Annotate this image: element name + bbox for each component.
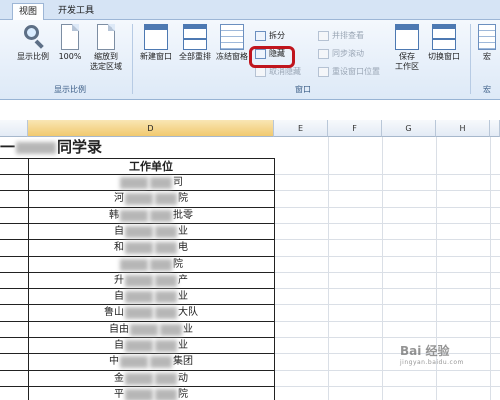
view-side-by-side-button[interactable]: 并排查看 [318, 28, 364, 44]
redacted-text [125, 290, 153, 303]
freeze-panes-button[interactable]: 冻结窗格 [214, 24, 250, 80]
freeze-panes-icon [220, 24, 244, 50]
tab-developer[interactable]: 开发工具 [52, 3, 100, 20]
redacted-text [125, 192, 153, 205]
macro-button[interactable]: 宏 [476, 24, 498, 80]
zoom-100-button[interactable]: 100% [56, 24, 84, 80]
redacted-text [155, 192, 177, 205]
table-row[interactable]: 和电 [28, 240, 274, 256]
side-by-side-icon [318, 31, 329, 41]
split-highlight-annotation [249, 46, 295, 68]
redacted-text [155, 388, 177, 400]
redacted-text [125, 306, 153, 319]
table-row[interactable]: 自业 [28, 224, 274, 240]
redacted-text [16, 142, 57, 154]
redacted-text [155, 225, 177, 238]
table-row[interactable]: 韩批零 [28, 208, 274, 224]
arrange-all-icon [183, 24, 207, 50]
page-icon [61, 24, 79, 50]
redacted-text [150, 258, 172, 271]
redacted-text [125, 241, 153, 254]
tab-view[interactable]: 视图 [12, 3, 45, 20]
table-row[interactable]: 自业 [28, 289, 274, 305]
group-separator [470, 24, 471, 94]
gridline [328, 137, 329, 400]
redacted-text [150, 209, 172, 222]
group-label-macro: 宏 [483, 85, 491, 94]
redacted-text [120, 258, 148, 271]
column-header-i[interactable] [490, 120, 500, 137]
table-row[interactable]: 河院 [28, 191, 274, 207]
redacted-text [155, 339, 177, 352]
magnifier-icon [21, 24, 45, 50]
arrange-all-button[interactable]: 全部重排 [176, 24, 214, 80]
save-workspace-button[interactable]: 保存 工作区 [392, 24, 422, 80]
baidu-watermark: Bai 经验 jingyan.baidu.com [400, 344, 464, 366]
ribbon-tabs: 视图 开发工具 [0, 0, 500, 20]
worksheet[interactable]: D E F G H 一同学录 工作单位 司河院韩批零自业和电院升产自业鲁山 大队自… [0, 120, 500, 400]
redacted-text [125, 339, 153, 352]
redacted-text [155, 274, 177, 287]
redacted-text [160, 323, 182, 336]
redacted-text [125, 225, 153, 238]
table-row[interactable]: 鲁山 大队 [28, 305, 274, 321]
macro-icon [478, 24, 496, 50]
redacted-text [125, 274, 153, 287]
redacted-text [120, 209, 148, 222]
split-button[interactable]: 拆分 [255, 28, 285, 44]
table-border [274, 158, 275, 400]
redacted-text [150, 176, 172, 189]
redacted-text [155, 241, 177, 254]
sync-scroll-button[interactable]: 同步滚动 [318, 46, 364, 62]
table-row[interactable]: 中集团 [28, 354, 274, 370]
switch-window-icon [432, 24, 456, 50]
unhide-icon [255, 67, 266, 77]
redacted-text [120, 176, 148, 189]
table-row[interactable]: 司 [28, 175, 274, 191]
table-row[interactable]: 自由业 [28, 322, 274, 338]
formula-area [0, 101, 500, 119]
column-header-d[interactable]: D [28, 120, 274, 137]
zoom-selection-icon [97, 24, 115, 50]
split-icon [255, 31, 266, 41]
group-label-zoom: 显示比例 [54, 85, 86, 94]
redacted-text [120, 355, 148, 368]
ribbon: 显示比例 100% 缩放到 选定区域 显示比例 新建窗口 全部重排 冻结窗格 拆… [0, 20, 500, 100]
new-window-button[interactable]: 新建窗口 [138, 24, 174, 80]
column-header-c[interactable] [0, 120, 28, 137]
reset-window-position-button[interactable]: 重设窗口位置 [318, 64, 380, 80]
zoom-to-selection-button[interactable]: 缩放到 选定区域 [86, 24, 126, 80]
table-row[interactable]: 平院 [28, 387, 274, 400]
sheet-title: 一同学录 [0, 138, 103, 156]
redacted-text [150, 355, 172, 368]
redacted-text [155, 372, 177, 385]
table-row[interactable]: 自业 [28, 338, 274, 354]
redacted-text [125, 388, 153, 400]
new-window-icon [144, 24, 168, 50]
redacted-text [130, 323, 158, 336]
table-row[interactable]: 院 [28, 257, 274, 273]
sync-scroll-icon [318, 49, 329, 59]
save-workspace-icon [395, 24, 419, 50]
column-header-h[interactable]: H [436, 120, 490, 137]
column-header-f[interactable]: F [328, 120, 382, 137]
gridline [490, 137, 491, 400]
table-row[interactable]: 升产 [28, 273, 274, 289]
table-header-workplace[interactable]: 工作单位 [28, 159, 274, 175]
zoom-button[interactable]: 显示比例 [14, 24, 52, 80]
redacted-text [125, 372, 153, 385]
switch-window-button[interactable]: 切换窗口 [424, 24, 464, 80]
group-label-window: 窗口 [295, 85, 311, 94]
redacted-text [155, 306, 177, 319]
column-header-e[interactable]: E [274, 120, 328, 137]
gridline [382, 137, 383, 400]
reset-position-icon [318, 67, 329, 77]
table-row[interactable]: 金动 [28, 371, 274, 387]
column-header-g[interactable]: G [382, 120, 436, 137]
redacted-text [155, 290, 177, 303]
group-separator [132, 24, 133, 94]
